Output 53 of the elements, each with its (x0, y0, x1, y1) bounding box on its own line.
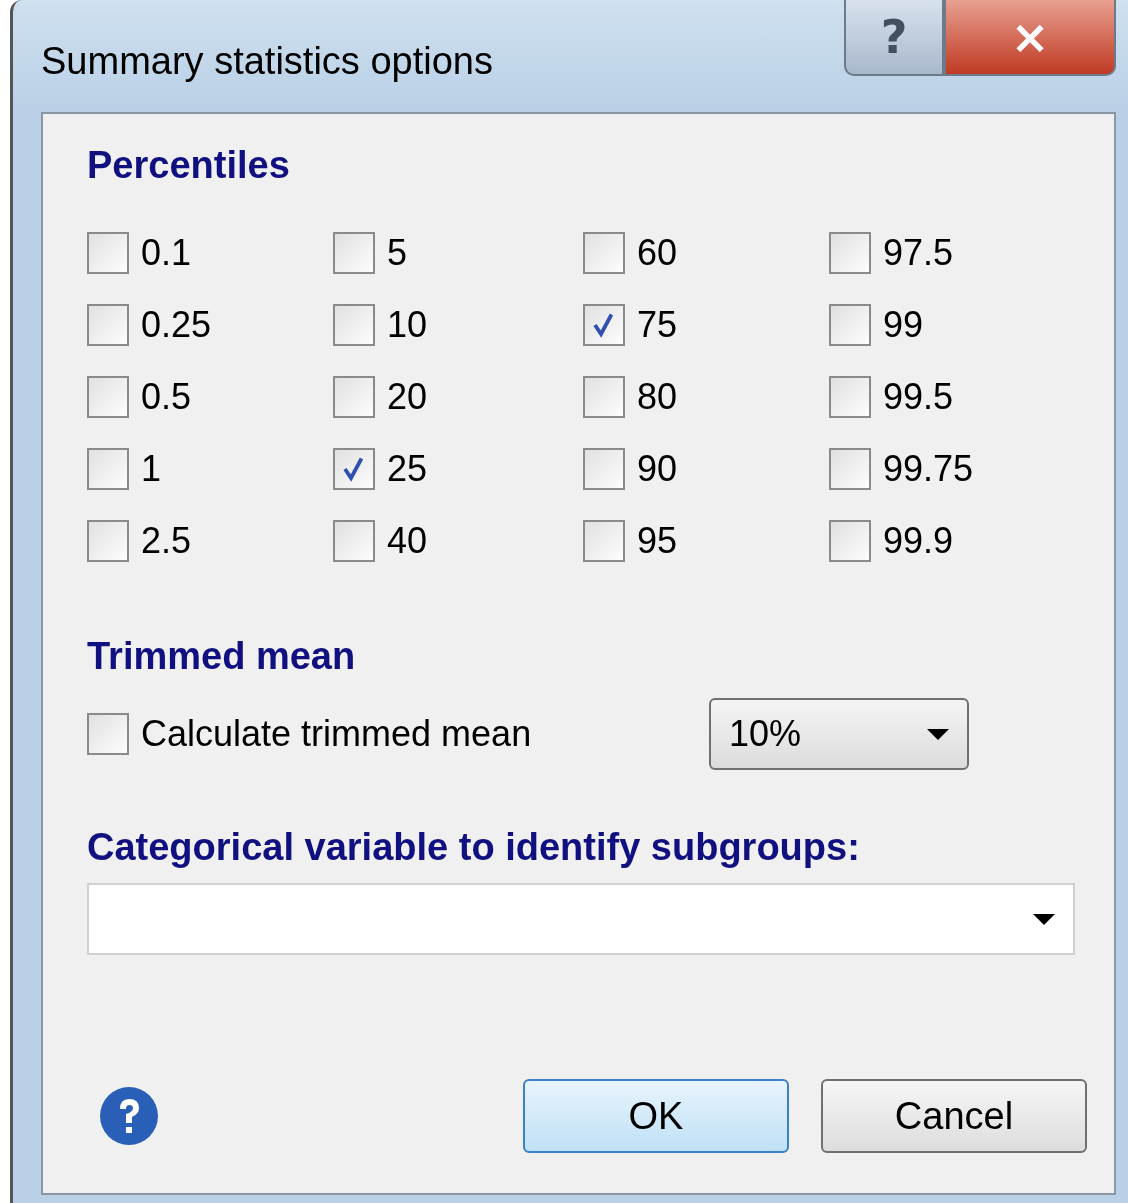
checkbox[interactable] (583, 376, 625, 418)
checkbox-label: 99 (883, 304, 924, 346)
checkbox-label: 40 (387, 520, 428, 562)
checkbox-label: 10 (387, 304, 428, 346)
dialog-button[interactable]: OK (523, 1079, 789, 1153)
checkbox-label: 75 (637, 304, 678, 346)
help-button[interactable]: ? (844, 0, 944, 76)
checkbox[interactable] (87, 376, 129, 418)
checkbox-label: 95 (637, 520, 678, 562)
checkbox[interactable] (333, 232, 375, 274)
checkbox[interactable] (829, 232, 871, 274)
dialog-button[interactable]: Cancel (821, 1079, 1087, 1153)
checkbox-label: Calculate trimmed mean (141, 713, 532, 755)
checkbox[interactable] (583, 448, 625, 490)
checkbox-label: 20 (387, 376, 428, 418)
checkbox-label: 99.9 (883, 520, 954, 562)
checkbox-label: 90 (637, 448, 678, 490)
section-heading: Percentiles (87, 144, 291, 187)
checkbox-label: 80 (637, 376, 678, 418)
checkbox[interactable] (333, 376, 375, 418)
checkbox-label: 99.75 (883, 448, 974, 490)
checkbox-label: 0.1 (141, 232, 192, 274)
checkbox[interactable] (829, 448, 871, 490)
caret-icon (1033, 913, 1055, 925)
checkbox[interactable] (333, 448, 375, 490)
checkbox-label: 60 (637, 232, 678, 274)
help-icon[interactable] (99, 1086, 159, 1146)
checkbox[interactable] (87, 304, 129, 346)
checkbox-label: 99.5 (883, 376, 954, 418)
checkbox-label: 0.5 (141, 376, 192, 418)
checkbox[interactable] (87, 713, 129, 755)
checkbox[interactable] (829, 520, 871, 562)
checkbox[interactable] (87, 232, 129, 274)
percent-dropdown[interactable]: 10% (709, 698, 969, 770)
checkbox-label: 0.25 (141, 304, 212, 346)
checkbox[interactable] (829, 304, 871, 346)
checkbox[interactable] (583, 232, 625, 274)
caret-icon (927, 728, 949, 740)
checkbox[interactable] (583, 304, 625, 346)
checkbox-label: 5 (387, 232, 408, 274)
checkbox[interactable] (583, 520, 625, 562)
checkbox[interactable] (87, 520, 129, 562)
checkbox-label: 97.5 (883, 232, 954, 274)
checkbox-label: 25 (387, 448, 428, 490)
window-title: Summary statistics options (41, 40, 493, 83)
checkbox[interactable] (87, 448, 129, 490)
checkbox-label: 1 (141, 448, 162, 490)
section-heading: Trimmed mean (87, 635, 357, 678)
checkbox-label: 2.5 (141, 520, 192, 562)
section-heading: Categorical variable to identify subgroups: (87, 826, 861, 869)
checkbox[interactable] (829, 376, 871, 418)
checkbox[interactable] (333, 304, 375, 346)
checkbox[interactable] (333, 520, 375, 562)
